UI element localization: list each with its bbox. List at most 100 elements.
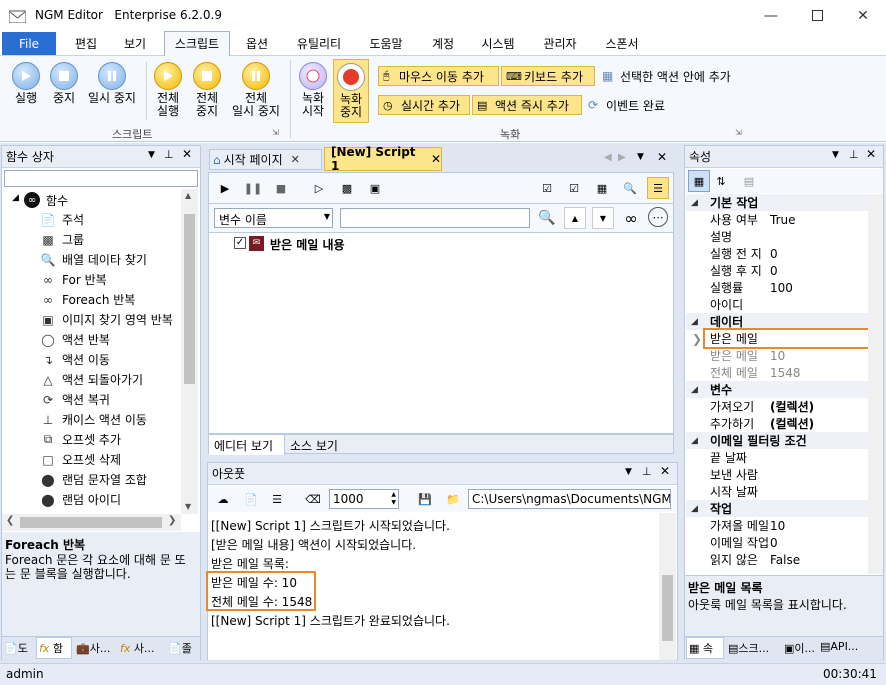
clear-output-icon[interactable]: ☁ (212, 488, 234, 510)
add-in-selected-action-button[interactable]: ▦ 선택한 액션 안에 추가 (598, 66, 748, 86)
save-icon[interactable]: 💾 (414, 488, 436, 510)
tree-item-group[interactable]: ▩ 그룹 (40, 231, 84, 248)
tree-view-icon[interactable]: ☰ (647, 177, 669, 199)
tab-api[interactable]: ▤API... (820, 640, 858, 653)
pause-button[interactable]: 일시 중지 (84, 62, 140, 105)
scroll-down-icon[interactable]: ▼ (185, 502, 191, 511)
variable-dropdown[interactable]: 변수 이름 ▼ (214, 208, 333, 228)
prop-end-date[interactable]: 끝 날짜 (686, 449, 883, 466)
search-icon[interactable]: 🔍 (536, 207, 558, 229)
tab-image[interactable]: ▣이... (784, 640, 815, 656)
tree-expand-icon[interactable]: ◢ (12, 193, 19, 203)
scroll-left-icon[interactable]: ❮ (6, 515, 14, 526)
panel-menu-icon[interactable]: ▼ (148, 150, 155, 160)
tab-user-func[interactable]: fx 사... (120, 640, 155, 656)
record-group-expand-icon[interactable]: ⇲ (735, 128, 742, 137)
sort-az-icon[interactable]: ⇅ (710, 170, 732, 192)
tree-item-offset-delete[interactable]: □ 오프셋 삭제 (40, 451, 121, 468)
prop-add[interactable]: 추가하기 (컬렉션) (686, 415, 883, 432)
run-button[interactable]: 실행 (6, 62, 46, 105)
tree-item-case-move[interactable]: ⊥ 캐이스 액션 이동 (40, 411, 147, 428)
tab-editor-view[interactable]: 에디터 보기 (209, 435, 285, 455)
prop-category-variable[interactable]: ◢ 변수 (686, 381, 883, 398)
run-icon[interactable]: ▶ (214, 177, 236, 199)
tree-item-offset-add[interactable]: ⧉ 오프셋 추가 (40, 431, 121, 448)
record-stop-button[interactable]: 녹화 중지 (333, 59, 369, 123)
tab-properties[interactable]: ▦ 속 (686, 637, 724, 659)
tab-script-1[interactable]: [New] Script 1 ✕ (324, 145, 442, 173)
prop-unread[interactable]: 읽지 않은 False (686, 551, 883, 568)
stepper-arrows-icon[interactable]: ▲ ▼ (391, 491, 396, 507)
tree-item-image-loop[interactable]: ▣ 이미지 찾기 영역 반복 (40, 311, 172, 328)
step-over-icon[interactable]: ▣ (364, 177, 386, 199)
step-icon[interactable]: ▷ (308, 177, 330, 199)
action-checkbox[interactable]: ✓ (234, 237, 246, 249)
loop-icon[interactable]: ∞ (620, 207, 642, 229)
panel-menu-icon[interactable]: ▼ (832, 150, 839, 160)
add-realtime-button[interactable]: ◷ 실시간 추가 (378, 95, 470, 115)
tab-close-icon[interactable]: ✕ (291, 153, 300, 166)
stop-icon[interactable]: ■ (270, 177, 292, 199)
menu-help[interactable]: 도움말 (358, 31, 414, 56)
pause-all-button[interactable]: 전체 일시 중지 (228, 62, 284, 118)
eraser-icon[interactable]: ⌫ (302, 488, 324, 510)
tree-item-foreach-loop[interactable]: ∞ Foreach 반복 (40, 291, 135, 308)
pin-icon[interactable]: ⊥ (849, 148, 859, 161)
tab-prev-icon[interactable]: ◀ (604, 152, 612, 163)
tree-item-action-loop[interactable]: ◯ 액션 반복 (40, 331, 110, 348)
function-search-input[interactable] (4, 170, 198, 187)
tree-item-array-find[interactable]: 🔍 배열 데이타 찾기 (40, 251, 147, 268)
menu-admin[interactable]: 관리자 (532, 31, 588, 56)
tree-item-random-string[interactable]: ⬤ 랜덤 문자열 조합 (40, 471, 147, 488)
tree-root-label[interactable]: 함수 (46, 192, 68, 209)
editor-close-icon[interactable]: ✕ (657, 150, 667, 164)
move-up-icon[interactable]: ▲ (564, 207, 586, 229)
max-lines-stepper[interactable]: 1000 ▲ ▼ (329, 489, 399, 509)
stop-button[interactable]: 중지 (46, 62, 82, 105)
tab-list-icon[interactable]: ▼ (637, 152, 644, 162)
log-path-field[interactable]: C:\Users\ngmas\Documents\NGM6\ (468, 489, 671, 509)
file-menu-button[interactable]: File (2, 32, 56, 55)
add-mouse-move-button[interactable]: 🖰 마우스 이동 추가 (378, 66, 499, 86)
tree-item-for-loop[interactable]: ∞ For 반복 (40, 271, 107, 288)
prop-use[interactable]: 사용 여부 True (686, 211, 883, 228)
tab-start-page[interactable]: ⌂ 시작 페이지 ✕ (209, 149, 322, 170)
tree-hscrollbar-thumb[interactable] (20, 517, 162, 528)
tree-item-action-back[interactable]: △ 액션 되돌아가기 (40, 371, 143, 388)
step-into-icon[interactable]: ▩ (336, 177, 358, 199)
script-group-expand-icon[interactable]: ⇲ (272, 128, 279, 137)
prop-fetch-count[interactable]: 가져올 메일 10 (686, 517, 883, 534)
delete-icon[interactable]: ▦ (591, 177, 613, 199)
folder-icon[interactable]: 📁 (442, 488, 464, 510)
tab-script[interactable]: ▤스크... (728, 640, 769, 656)
tab-user[interactable]: 💼사... (76, 640, 110, 656)
tree-item-random-id[interactable]: ⬤ 랜덤 아이디 (40, 491, 121, 508)
prop-sender[interactable]: 보낸 사람 (686, 466, 883, 483)
property-pages-icon[interactable]: ▤ (738, 170, 760, 192)
event-complete-button[interactable]: ⟳ 이벤트 완료 (584, 95, 684, 115)
stop-all-button[interactable]: 전체 중지 (189, 62, 225, 118)
more-icon[interactable]: ⋯ (648, 207, 668, 227)
panel-close-icon[interactable]: ✕ (660, 464, 670, 478)
prop-mail-action[interactable]: 이메일 작업 0 (686, 534, 883, 551)
minimize-button[interactable]: — (748, 0, 794, 31)
properties-scrollbar[interactable] (868, 194, 883, 574)
pin-icon[interactable]: ⊥ (642, 465, 652, 478)
prop-category-work[interactable]: ◢ 작업 (686, 500, 883, 517)
panel-close-icon[interactable]: ✕ (182, 147, 192, 161)
move-down-icon[interactable]: ▼ (592, 207, 614, 229)
menu-view[interactable]: 보기 (112, 31, 158, 56)
prop-category-basic[interactable]: ◢ 기본 작업 (686, 194, 883, 211)
checkbox-all-icon[interactable]: ☑ (536, 177, 558, 199)
list-icon[interactable]: ☰ (266, 488, 288, 510)
panel-close-icon[interactable]: ✕ (866, 147, 876, 161)
menu-edit[interactable]: 편집 (62, 31, 110, 56)
copy-output-icon[interactable]: 📄 (240, 488, 262, 510)
script-canvas[interactable] (208, 232, 674, 434)
run-all-button[interactable]: 전체 실행 (150, 62, 186, 118)
action-label[interactable]: 받은 메일 내용 (270, 236, 345, 253)
prop-id[interactable]: 아이디 (686, 296, 883, 313)
prop-wait-after[interactable]: 실행 후 지0 (686, 262, 883, 279)
panel-menu-icon[interactable]: ▼ (625, 467, 632, 477)
scroll-right-icon[interactable]: ❯ (168, 515, 176, 526)
